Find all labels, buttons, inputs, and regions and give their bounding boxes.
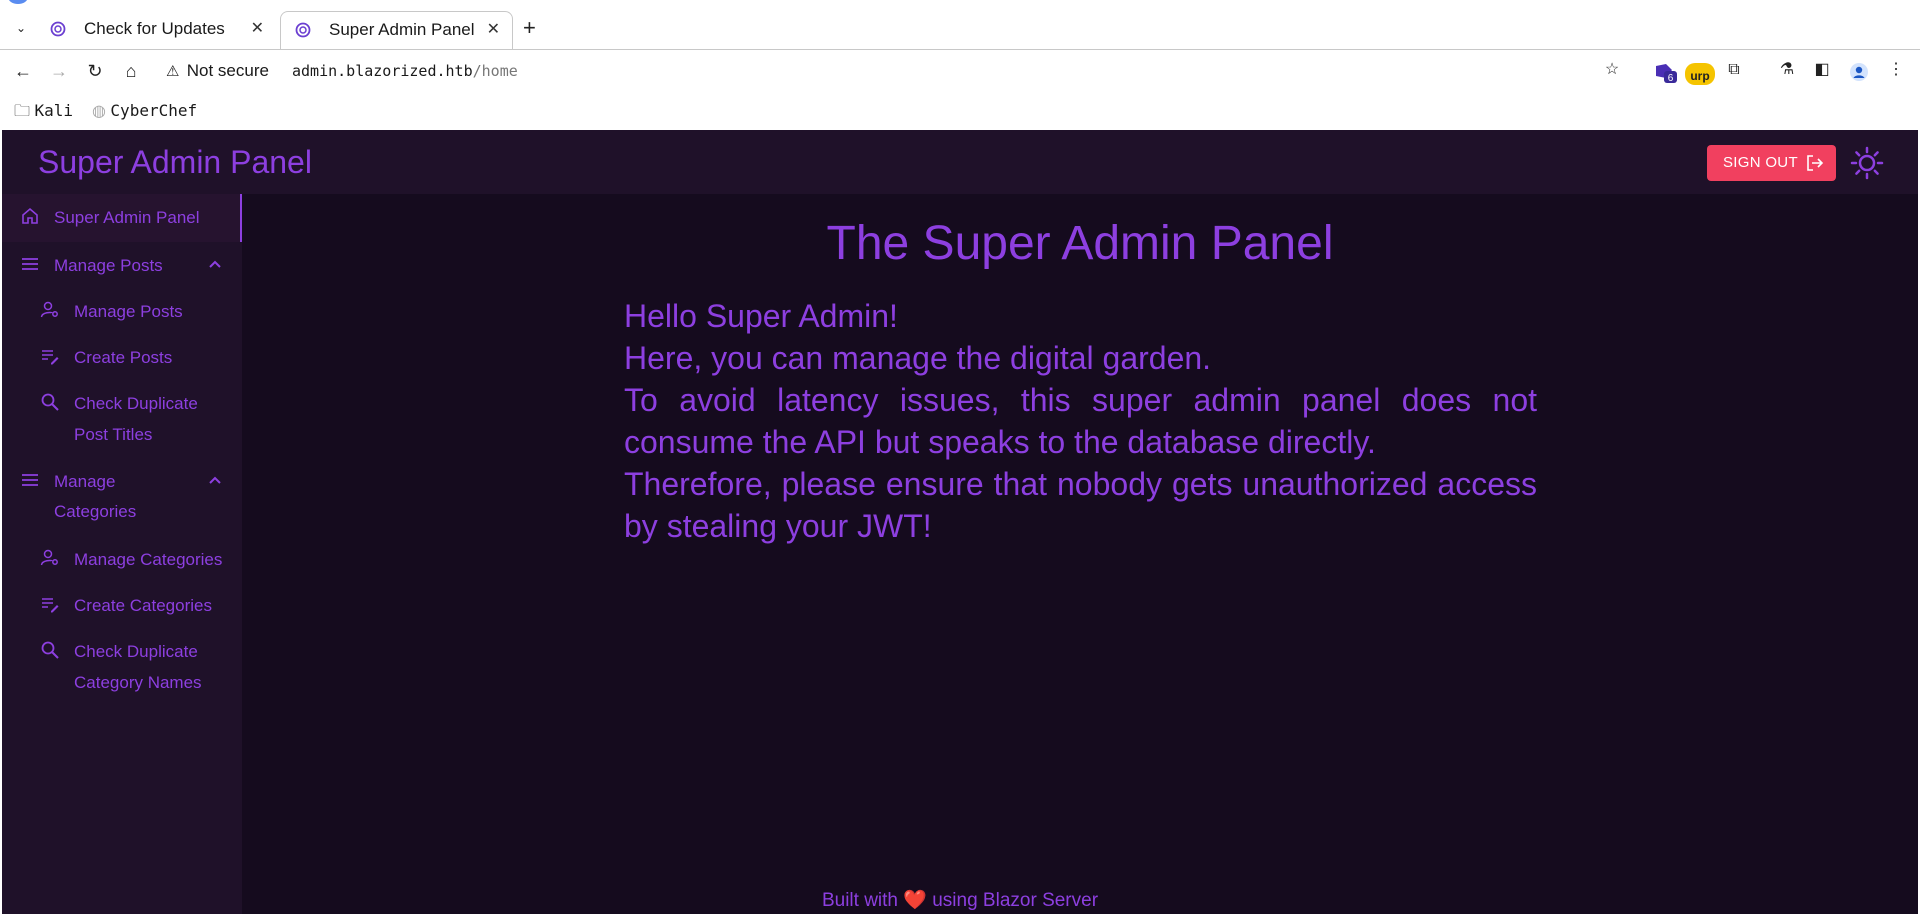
sidebar-item-create-categories[interactable]: Create Categories [2,582,242,628]
sidebar-item-label: Super Admin Panel [54,208,200,227]
bookmark-cyberchef[interactable]: ◍ CyberChef [92,99,197,124]
sign-out-button[interactable]: SIGN OUT [1707,145,1836,181]
side-panel-icon[interactable]: ◧ [1810,58,1834,82]
edit-note-icon [42,598,59,613]
app-title: Super Admin Panel [38,144,312,180]
address-bar[interactable]: admin.blazorized.htb/home [292,62,518,80]
search-icon [41,393,59,411]
tab-list-chevron-icon[interactable]: ⌄ [12,19,30,37]
tab-super-admin-panel[interactable]: Super Admin Panel ✕ [280,11,513,49]
footer-prefix: Built with [821,890,898,911]
profile-dot [8,0,28,4]
welcome-line: Therefore, please ensure that nobody get… [624,466,1537,544]
chevron-up-icon[interactable] [207,256,223,272]
sidebar-item-label: Create Posts [74,348,173,367]
tab-close-icon[interactable]: ✕ [487,12,500,48]
sidebar-group-label-line1: Manage [54,472,116,491]
sidebar-item-create-posts[interactable]: Create Posts [2,334,242,380]
blazor-app: Super Admin Panel SIGN OUT Super Admin P… [2,130,1918,914]
back-arrow-icon[interactable]: ← [12,60,34,82]
new-tab-icon[interactable]: + [523,15,536,41]
footer-suffix: using Blazor Server [932,890,1099,911]
bookmark-kali[interactable]: 🗀 Kali [14,99,73,124]
url-host: admin.blazorized.htb [292,62,473,80]
blazor-favicon-icon [295,22,311,38]
extension-badge-count: 6 [1668,73,1674,84]
sidebar-item-manage-categories[interactable]: Manage Categories [2,536,242,582]
manage-accounts-icon [40,301,58,318]
sidebar-item-label: Manage Posts [74,302,183,321]
blazor-favicon-icon [50,21,66,37]
labs-flask-icon[interactable]: ⚗ [1775,58,1799,82]
burp-extension-icon[interactable]: urp [1685,63,1715,85]
sun-theme-toggle-icon[interactable] [1850,146,1884,180]
warning-triangle-icon: ⚠ [166,63,180,80]
footer: Built with ❤️ using Blazor Server [242,888,1678,912]
page-heading: The Super Admin Panel [826,217,1334,270]
tab-title: Super Admin Panel [329,20,475,39]
sidebar-item-label-line1: Check Duplicate [74,642,198,661]
sidebar-item-manage-posts[interactable]: Manage Posts [2,288,242,334]
security-indicator[interactable]: ⚠ Not secure [166,61,269,81]
sidebar-item-label: Manage Categories [74,550,223,569]
sidebar-nav: Super Admin Panel Manage Posts Manage Po… [2,194,242,914]
sidebar-group-label: Manage Posts [54,256,163,275]
sidebar-item-home[interactable]: Super Admin Panel [2,194,242,242]
menu-lines-icon [22,258,38,270]
tab-close-icon[interactable]: ✕ [251,11,264,47]
browser-tab-strip: ⌄ Check for Updates ✕ Super Admin Panel … [0,0,1920,50]
sidebar-item-check-duplicate-category-names[interactable]: Check Duplicate Category Names [2,628,242,706]
sidebar-group-label-line2: Categories [54,502,137,521]
browser-menu-icon[interactable]: ⋮ [1884,58,1908,82]
bookmark-star-icon[interactable]: ☆ [1600,58,1624,82]
url-path: /home [472,62,518,80]
welcome-text: Hello Super Admin! Here, you can manage … [624,295,1537,547]
edit-note-icon [42,350,59,365]
sidebar-item-label-line1: Check Duplicate [74,394,198,413]
browser-toolbar: ← → ↻ ⌂ ⚠ Not secure admin.blazorized.ht… [0,50,1920,93]
bookmarks-bar: 🗀 Kali ◍ CyberChef [0,95,1920,129]
welcome-line: Here, you can manage the digital garden. [624,340,1212,376]
tab-check-for-updates[interactable]: Check for Updates ✕ [36,11,276,49]
reload-icon[interactable]: ↻ [84,60,106,82]
welcome-line: Hello Super Admin! [624,298,898,334]
logout-icon [1807,155,1824,171]
home-icon[interactable]: ⌂ [120,60,142,82]
menu-lines-icon [22,474,38,486]
sidebar-item-check-duplicate-post-titles[interactable]: Check Duplicate Post Titles [2,380,242,458]
chevron-up-icon[interactable] [207,472,223,488]
heart-icon: ❤️ [903,890,927,911]
sidebar-item-label-line2: Post Titles [74,425,153,444]
cyberchef-icon: ◍ [92,103,106,120]
sidebar-item-label: Create Categories [74,596,212,615]
welcome-line: To avoid latency issues, this super admi… [624,382,1537,460]
folder-icon: 🗀 [14,103,31,120]
extension-badge-icon[interactable]: 6 [1652,62,1678,84]
forward-arrow-icon[interactable]: → [48,60,70,82]
sidebar-item-label-line2: Category Names [74,673,202,692]
manage-accounts-icon [40,549,58,566]
home-icon [22,207,38,224]
search-icon [41,641,59,659]
extensions-puzzle-icon[interactable]: ⧉ [1722,58,1746,82]
app-bar: Super Admin Panel SIGN OUT [2,130,1918,194]
sidebar-group-posts[interactable]: Manage Posts [2,242,242,288]
sidebar-group-categories[interactable]: Manage Categories [2,458,242,536]
tab-title: Check for Updates [84,19,225,38]
profile-avatar-icon[interactable] [1847,62,1871,82]
